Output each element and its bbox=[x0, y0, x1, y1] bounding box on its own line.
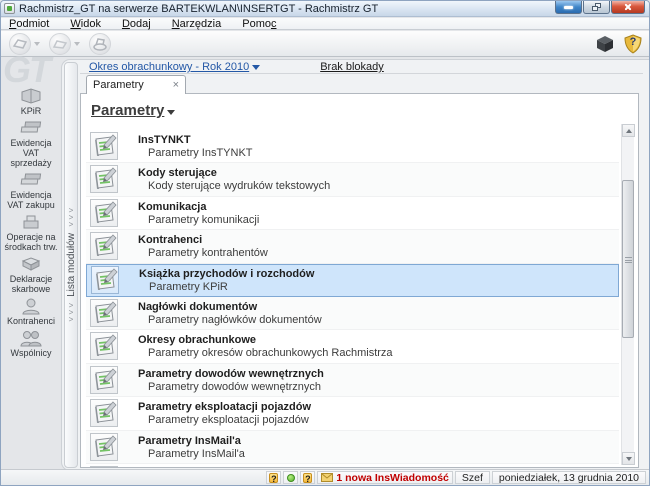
toolbar: ? bbox=[1, 31, 649, 57]
arrow-down-icon bbox=[626, 457, 632, 461]
tab-parametry[interactable]: Parametry × bbox=[86, 75, 186, 94]
chevron-down-icon bbox=[167, 110, 175, 115]
scroll-up-button[interactable] bbox=[622, 124, 635, 137]
window-controls bbox=[555, 1, 645, 14]
module-list-label: Lista modułów bbox=[66, 233, 77, 297]
parameters-list: InsTYNKTParametry InsTYNKT Kody sterując… bbox=[86, 130, 619, 467]
people-icon bbox=[18, 329, 44, 347]
status-date: poniedziałek, 13 grudnia 2010 bbox=[492, 471, 646, 484]
document-icon bbox=[18, 255, 44, 273]
menu-pomoc[interactable]: Pomoc bbox=[242, 18, 276, 30]
window-title: Rachmistrz_GT na serwerze BARTEKWLAN\INS… bbox=[19, 3, 378, 15]
minimize-button[interactable] bbox=[555, 1, 582, 14]
sidebar-item-operacje-srodki-trwale[interactable]: Operacje na środkach trw. bbox=[2, 213, 60, 252]
list-item[interactable]: KontrahenciParametry kontrahentów bbox=[86, 230, 619, 263]
sidebar-item-kpir[interactable]: KPiR bbox=[2, 87, 60, 116]
list-item-selected[interactable]: Książka przychodów i rozchodówParametry … bbox=[86, 264, 619, 297]
parameters-icon bbox=[90, 399, 118, 427]
machine-icon bbox=[18, 213, 44, 231]
gt-watermark: GT bbox=[3, 49, 49, 91]
list-item[interactable]: Parametry Rachmistrza bbox=[86, 464, 619, 468]
chevron-down-icon bbox=[252, 65, 260, 70]
chevron-right-icon: > bbox=[69, 316, 74, 323]
folder-icon bbox=[52, 38, 68, 50]
grip-icon bbox=[625, 257, 632, 263]
module-list-strip[interactable]: > > > Lista modułów > > > bbox=[64, 62, 78, 468]
parameters-icon bbox=[90, 433, 118, 461]
main-container: > > > Lista modułów > > > Okres obrachun… bbox=[61, 59, 649, 471]
workspace: GT KPiR Ewidencja VAT sprzedaży Ewidencj… bbox=[1, 57, 649, 471]
scroll-down-button[interactable] bbox=[622, 452, 635, 465]
print-button[interactable] bbox=[89, 33, 111, 55]
parameters-icon bbox=[90, 332, 118, 360]
vertical-scrollbar[interactable] bbox=[621, 124, 634, 465]
parameters-icon bbox=[90, 132, 118, 160]
tab-close-icon[interactable]: × bbox=[173, 80, 179, 90]
menu-bar: Podmiot Widok Dodaj Narzędzia Pomoc bbox=[1, 18, 649, 30]
help-shield-icon[interactable]: ? bbox=[623, 34, 643, 54]
sidebar-item-ewidencja-vat-sprzedazy[interactable]: Ewidencja VAT sprzedaży bbox=[2, 119, 60, 168]
app-window: Rachmistrz_GT na serwerze BARTEKWLAN\INS… bbox=[0, 0, 650, 486]
status-assistant-icon[interactable]: ? bbox=[300, 471, 315, 484]
list-item[interactable]: Kody sterująceKody sterujące wydruków te… bbox=[86, 163, 619, 196]
list-item[interactable]: Nagłówki dokumentówParametry nagłówków d… bbox=[86, 297, 619, 330]
arrow-up-icon bbox=[626, 129, 632, 133]
status-help-icon[interactable]: ? bbox=[266, 471, 281, 484]
menu-widok[interactable]: Widok bbox=[70, 18, 101, 30]
new-document-dropdown-icon[interactable] bbox=[34, 42, 40, 46]
list-item[interactable]: KomunikacjaParametry komunikacji bbox=[86, 197, 619, 230]
parameters-icon bbox=[90, 165, 118, 193]
parameters-icon bbox=[90, 466, 118, 468]
current-user: Szef bbox=[455, 471, 490, 484]
chevron-right-icon: > bbox=[69, 221, 74, 228]
content-panel: Parametry InsTYNKTParametry InsTYNKT Kod… bbox=[80, 93, 639, 468]
toolbar-right: ? bbox=[595, 34, 643, 54]
status-online-icon[interactable] bbox=[283, 471, 298, 484]
books-icon bbox=[18, 171, 44, 189]
open-document-button[interactable] bbox=[49, 33, 71, 55]
close-button[interactable] bbox=[611, 1, 645, 14]
parameters-icon bbox=[90, 366, 118, 394]
parameters-icon bbox=[90, 199, 118, 227]
sidebar-item-deklaracje-skarbowe[interactable]: Deklaracje skarbowe bbox=[2, 255, 60, 294]
mail-icon bbox=[321, 473, 333, 482]
books-icon bbox=[18, 119, 44, 137]
cube-icon[interactable] bbox=[595, 34, 615, 54]
tab-strip: Parametry × bbox=[80, 74, 649, 93]
status-bar: ? ? 1 nowa InsWiadomość Szef poniedziałe… bbox=[1, 469, 649, 485]
insmail-message[interactable]: 1 nowa InsWiadomość bbox=[317, 471, 453, 484]
person-icon bbox=[18, 297, 44, 315]
menu-narzedzia[interactable]: Narzędzia bbox=[172, 18, 222, 30]
page-title[interactable]: Parametry bbox=[91, 102, 164, 119]
list-item[interactable]: InsTYNKTParametry InsTYNKT bbox=[86, 130, 619, 163]
parameters-icon bbox=[90, 299, 118, 327]
sidebar-item-ewidencja-vat-zakupu[interactable]: Ewidencja VAT zakupu bbox=[2, 171, 60, 210]
list-item[interactable]: Parametry dowodów wewnętrznychParametry … bbox=[86, 364, 619, 397]
printer-icon bbox=[92, 37, 108, 51]
list-item[interactable]: Parametry InsMail'aParametry InsMail'a bbox=[86, 431, 619, 464]
menu-dodaj[interactable]: Dodaj bbox=[122, 18, 151, 30]
scrollbar-thumb[interactable] bbox=[622, 180, 634, 338]
accounting-period-link[interactable]: Okres obrachunkowy - Rok 2010 bbox=[89, 61, 260, 73]
parameters-icon bbox=[90, 232, 118, 260]
main-area: Okres obrachunkowy - Rok 2010 Brak bloka… bbox=[80, 60, 649, 470]
list-item[interactable]: Parametry eksploatacji pojazdówParametry… bbox=[86, 397, 619, 430]
sidebar-item-kontrahenci[interactable]: Kontrahenci bbox=[2, 297, 60, 326]
info-bar: Okres obrachunkowy - Rok 2010 Brak bloka… bbox=[80, 61, 643, 74]
list-item[interactable]: Okresy obrachunkoweParametry okresów obr… bbox=[86, 330, 619, 363]
menu-podmiot[interactable]: Podmiot bbox=[9, 18, 49, 30]
module-sidebar: KPiR Ewidencja VAT sprzedaży Ewidencja V… bbox=[1, 87, 61, 358]
restore-button[interactable] bbox=[583, 1, 610, 14]
app-icon bbox=[4, 3, 15, 14]
heading-row: Parametry bbox=[81, 94, 638, 130]
ledger-icon bbox=[18, 87, 44, 105]
parameters-icon bbox=[91, 266, 119, 294]
title-bar: Rachmistrz_GT na serwerze BARTEKWLAN\INS… bbox=[1, 1, 649, 17]
lock-status-link[interactable]: Brak blokady bbox=[320, 61, 384, 73]
sidebar-item-wspolnicy[interactable]: Wspólnicy bbox=[2, 329, 60, 358]
open-document-dropdown-icon[interactable] bbox=[74, 42, 80, 46]
